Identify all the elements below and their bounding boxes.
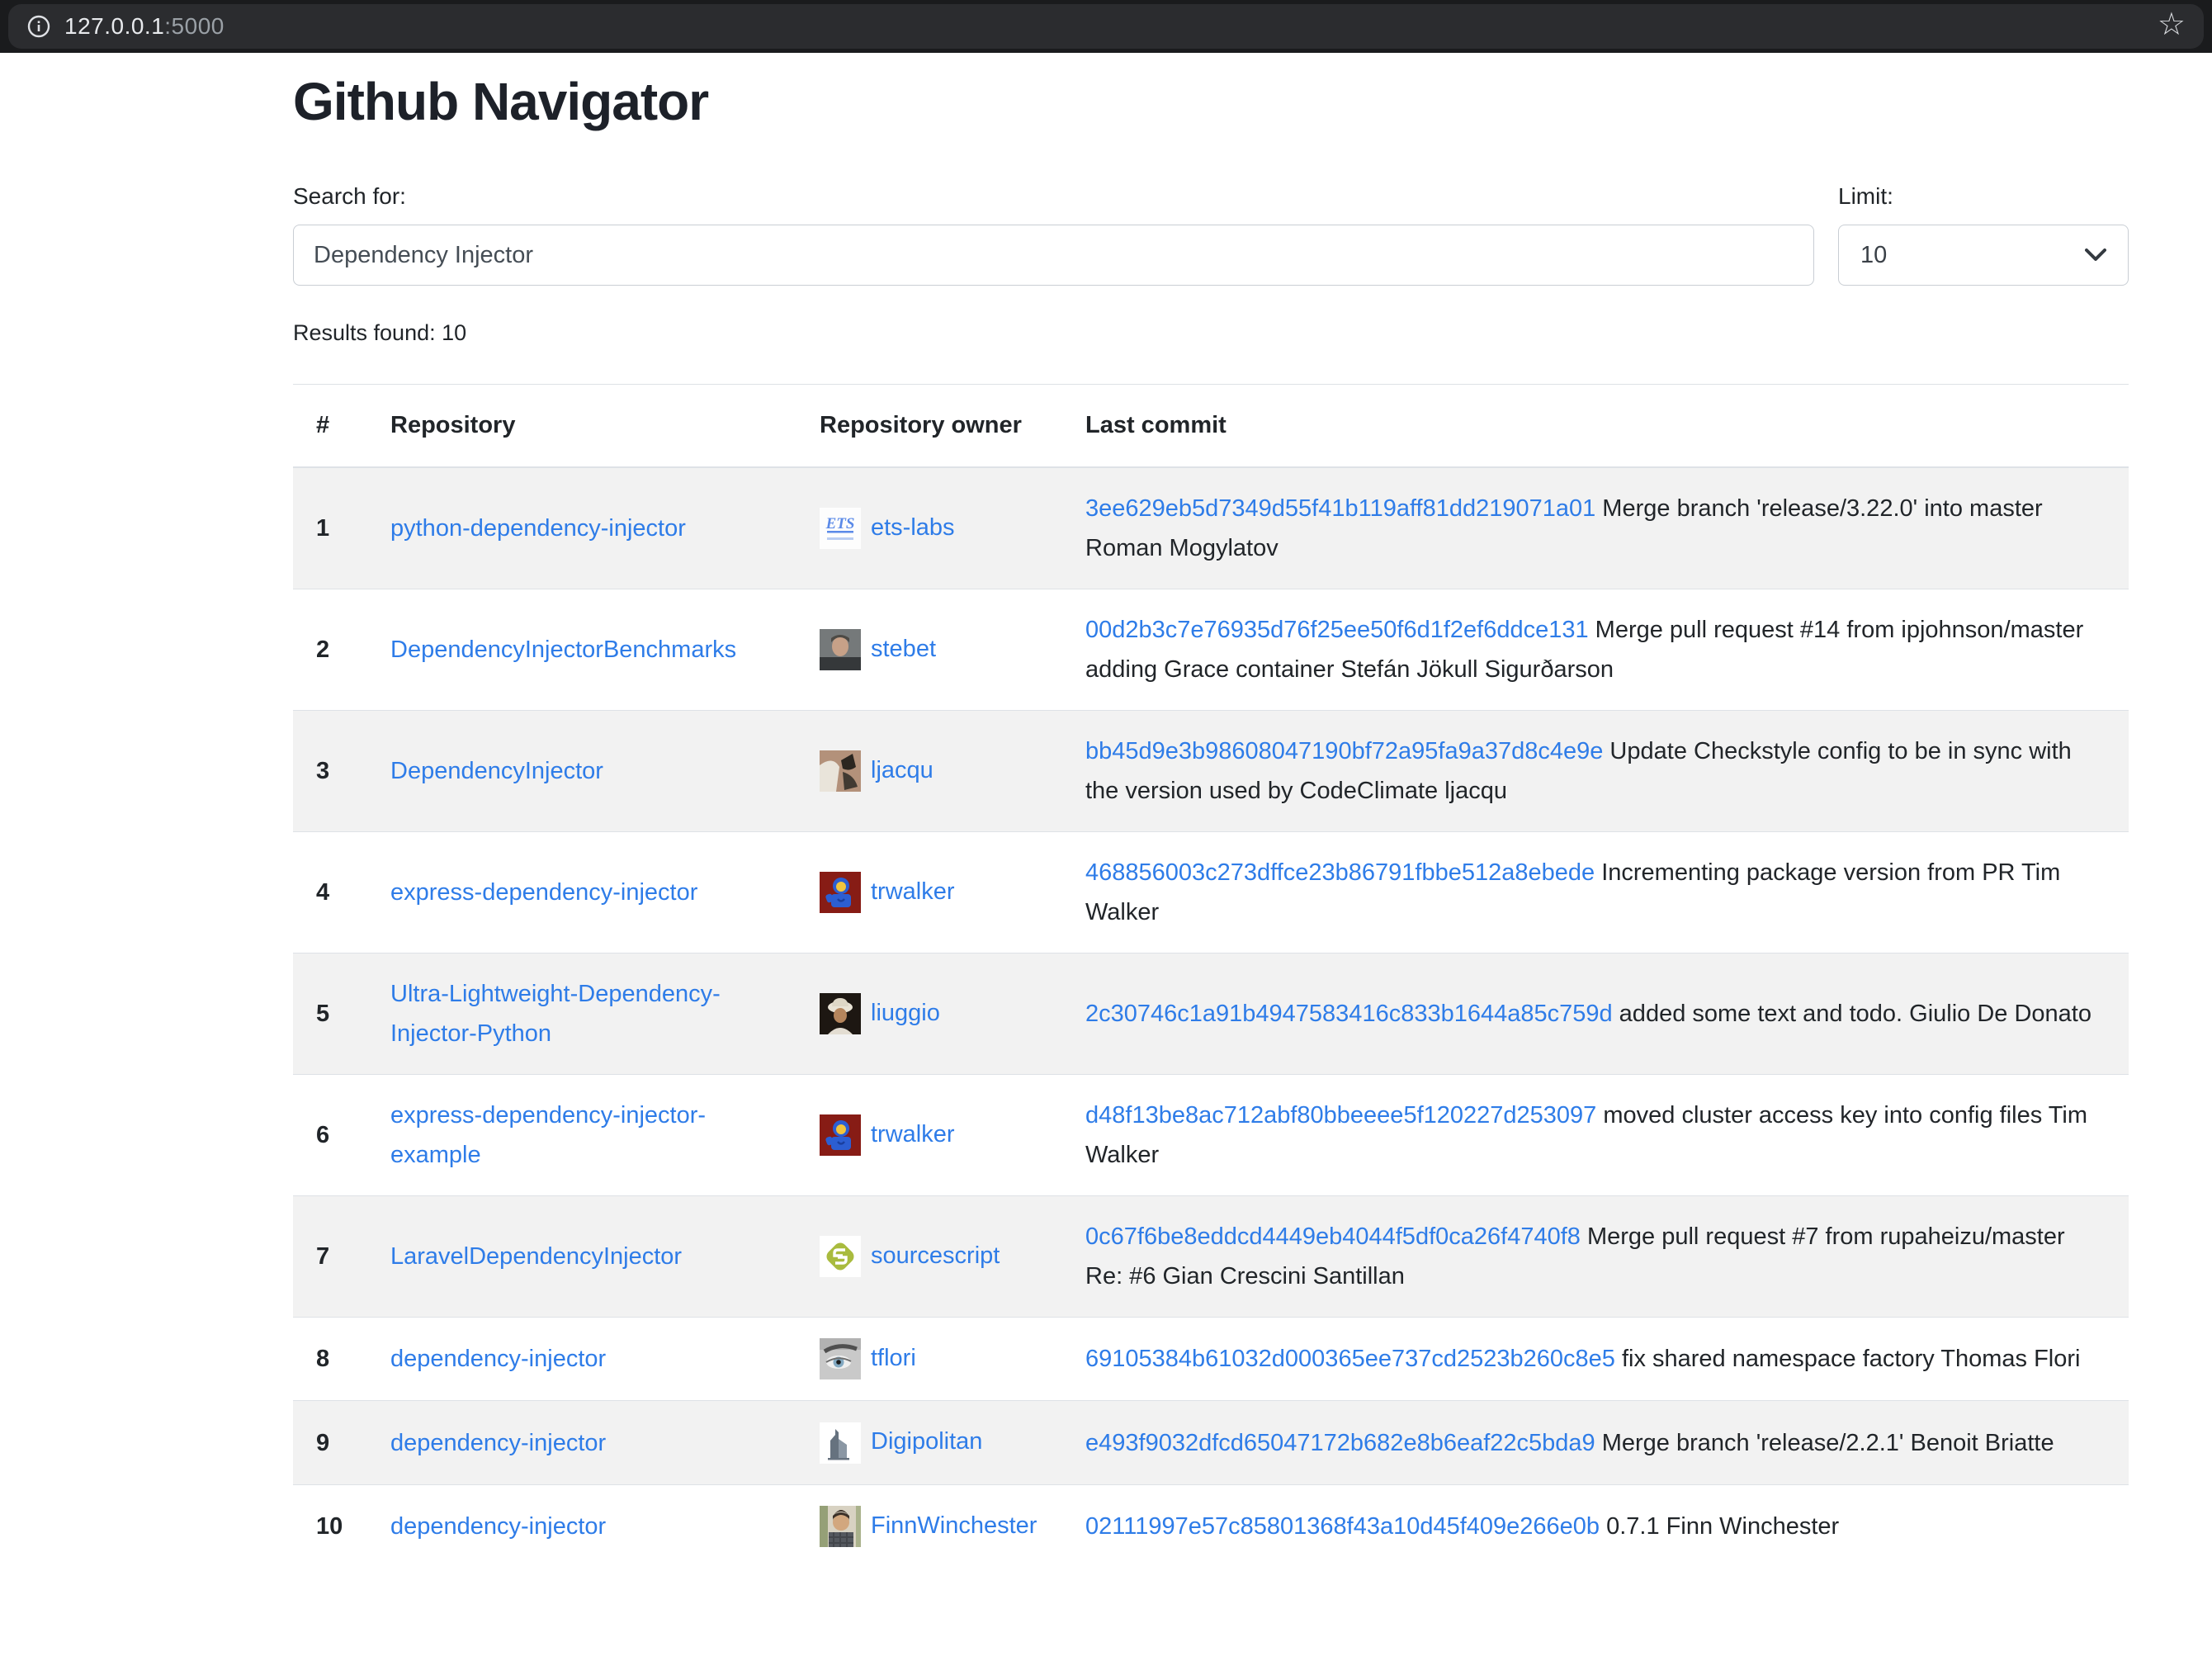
owner-link[interactable]: tflori [871,1345,916,1371]
commit-message: fix shared namespace factory Thomas Flor… [1615,1346,2081,1372]
finnwinchester-photo [820,1506,861,1547]
col-header-repo: Repository [367,385,796,468]
limit-label: Limit: [1838,183,2129,210]
row-number: 2 [293,589,367,711]
commit-hash-link[interactable]: 0c67f6be8eddcd4449eb4044f5df0ca26f4740f8 [1085,1223,1581,1250]
repo-link[interactable]: LaravelDependencyInjector [390,1243,682,1270]
results-count: Results found: 10 [293,320,2129,346]
table-row: 10 dependency-injector FinnWinchester 02… [293,1484,2129,1568]
repo-link[interactable]: express-dependency-injector-example [390,1102,706,1168]
url-port: :5000 [164,13,225,39]
ets-labs-logo: ETS [820,508,861,549]
row-number: 5 [293,954,367,1075]
table-row: 4 express-dependency-injector trwalker 4… [293,832,2129,954]
table-row: 2 DependencyInjectorBenchmarks stebet 00… [293,589,2129,711]
url-bar[interactable]: 127.0.0.1:5000 ☆ [8,4,2204,49]
row-number: 6 [293,1075,367,1196]
star-outline-icon[interactable]: ☆ [2158,9,2186,40]
repo-link[interactable]: dependency-injector [390,1346,606,1372]
row-number: 9 [293,1401,367,1484]
row-number: 7 [293,1196,367,1318]
page-content: Github Navigator Search for: Limit: 10 R… [293,53,2129,1568]
trwalker-photo [820,872,861,913]
liuggio-photo [820,993,861,1034]
col-header-num: # [293,385,367,468]
results-table: # Repository Repository owner Last commi… [293,384,2129,1568]
table-row: 7 LaravelDependencyInjector sourcescript… [293,1196,2129,1318]
table-header-row: # Repository Repository owner Last commi… [293,385,2129,468]
repo-link[interactable]: python-dependency-injector [390,515,686,542]
ljacqu-photo [820,750,861,792]
row-number: 8 [293,1318,367,1401]
owner-link[interactable]: ljacqu [871,757,933,783]
limit-select[interactable]: 10 [1838,225,2129,286]
commit-message: added some text and todo. Giulio De Dona… [1613,1001,2091,1027]
chevron-down-icon [2085,248,2106,262]
page-title: Github Navigator [293,71,2129,132]
row-number: 4 [293,832,367,954]
svg-text:ETS: ETS [825,515,855,532]
sourcescript-logo [820,1236,861,1277]
commit-hash-link[interactable]: 69105384b61032d000365ee737cd2523b260c8e5 [1085,1346,1615,1372]
trwalker-photo [820,1114,861,1156]
search-label: Search for: [293,183,1814,210]
commit-hash-link[interactable]: 00d2b3c7e76935d76f25ee50f6d1f2ef6ddce131 [1085,617,1589,643]
tflori-photo [820,1338,861,1379]
owner-link[interactable]: liuggio [871,1000,940,1026]
commit-hash-link[interactable]: d48f13be8ac712abf80bbeeee5f120227d253097 [1085,1102,1596,1129]
owner-link[interactable]: FinnWinchester [871,1512,1037,1539]
digipolitan-logo [820,1422,861,1464]
table-row: 6 express-dependency-injector-example tr… [293,1075,2129,1196]
table-row: 1 python-dependency-injector ETS ets-labs… [293,467,2129,589]
search-input[interactable] [293,225,1814,286]
url-text: 127.0.0.1:5000 [64,13,225,40]
commit-message: Merge branch 'release/2.2.1' Benoit Bria… [1595,1430,2054,1456]
commit-hash-link[interactable]: 468856003c273dffce23b86791fbbe512a8ebede [1085,859,1595,886]
col-header-commit: Last commit [1062,385,2129,468]
commit-message: 0.7.1 Finn Winchester [1600,1513,1839,1540]
commit-hash-link[interactable]: 2c30746c1a91b4947583416c833b1644a85c759d [1085,1001,1613,1027]
commit-hash-link[interactable]: 02111997e57c85801368f43a10d45f409e266e0b [1085,1513,1600,1540]
search-form: Search for: Limit: 10 [293,183,2129,286]
table-row: 5 Ultra-Lightweight-Dependency-Injector-… [293,954,2129,1075]
stebet-photo [820,629,861,670]
col-header-owner: Repository owner [796,385,1062,468]
row-number: 10 [293,1484,367,1568]
info-icon[interactable] [26,14,51,39]
browser-chrome: 127.0.0.1:5000 ☆ [0,0,2212,53]
table-row: 3 DependencyInjector ljacqu bb45d9e3b986… [293,711,2129,832]
commit-hash-link[interactable]: bb45d9e3b98608047190bf72a95fa9a37d8c4e9e [1085,738,1603,764]
row-number: 1 [293,467,367,589]
repo-link[interactable]: Ultra-Lightweight-Dependency-Injector-Py… [390,981,721,1047]
commit-hash-link[interactable]: e493f9032dfcd65047172b682e8b6eaf22c5bda9 [1085,1430,1595,1456]
table-row: 8 dependency-injector tflori 69105384b61… [293,1318,2129,1401]
repo-link[interactable]: express-dependency-injector [390,879,697,906]
row-number: 3 [293,711,367,832]
owner-link[interactable]: stebet [871,636,936,662]
repo-link[interactable]: dependency-injector [390,1430,606,1456]
repo-link[interactable]: DependencyInjectorBenchmarks [390,636,736,663]
owner-link[interactable]: trwalker [871,878,955,905]
owner-link[interactable]: trwalker [871,1121,955,1148]
repo-link[interactable]: DependencyInjector [390,758,603,784]
owner-link[interactable]: ets-labs [871,514,955,541]
owner-link[interactable]: sourcescript [871,1242,1000,1269]
commit-hash-link[interactable]: 3ee629eb5d7349d55f41b119aff81dd219071a01 [1085,495,1595,522]
owner-link[interactable]: Digipolitan [871,1428,982,1455]
repo-link[interactable]: dependency-injector [390,1513,606,1540]
table-row: 9 dependency-injector Digipolitan e493f9… [293,1401,2129,1484]
limit-selected-value: 10 [1860,242,1887,269]
